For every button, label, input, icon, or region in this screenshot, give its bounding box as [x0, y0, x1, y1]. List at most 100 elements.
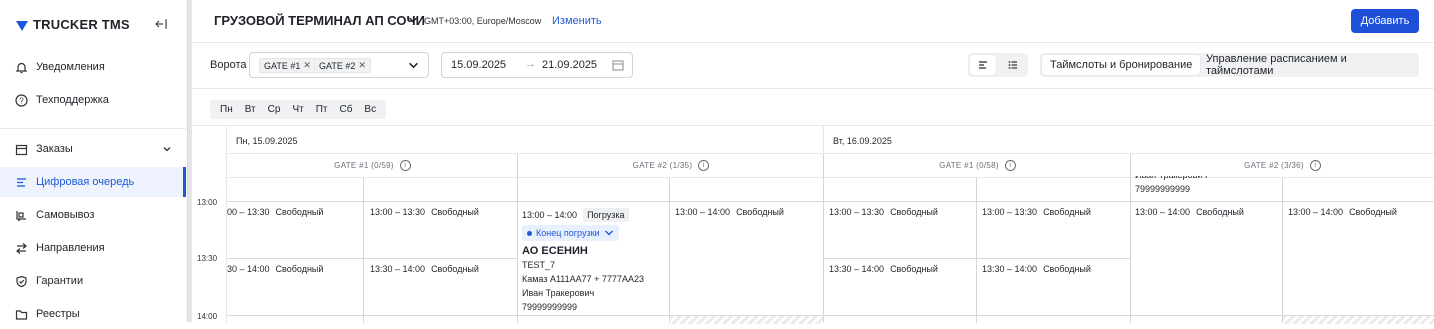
column-divider	[976, 178, 977, 323]
date-header: Пн, 15.09.2025	[227, 126, 824, 154]
timeslot[interactable]: 13:00 – 14:00 Свободный	[1135, 207, 1244, 217]
info-icon[interactable]: i	[1309, 160, 1321, 171]
logo-icon	[16, 20, 28, 31]
slot-time: 13:00 – 14:00	[1135, 207, 1191, 217]
row-divider	[227, 315, 1434, 316]
logo-text: TRUCKER TMS	[33, 17, 130, 32]
booking-overflow-phone: 79999999999	[1135, 184, 1191, 194]
booking-card[interactable]: 13:00 – 14:00 Погрузка Конец погрузки АО …	[522, 208, 644, 314]
date-from[interactable]: 15.09.2025	[451, 59, 506, 71]
column-divider	[1130, 154, 1131, 323]
list-icon	[1008, 61, 1017, 69]
info-icon[interactable]: i	[698, 160, 710, 171]
slot-status: Свободный	[1349, 207, 1397, 217]
sidebar-item-label: Реестры	[36, 308, 80, 320]
close-icon[interactable]: ✕	[358, 60, 366, 71]
schedule-grid: 13:00 13:30 14:00 Пн, 15.09.2025 Вт, 16.…	[192, 125, 1434, 324]
align-view-button[interactable]	[970, 55, 996, 75]
info-icon[interactable]: i	[399, 160, 411, 171]
booking-status-select[interactable]: Конец погрузки	[522, 225, 619, 241]
slot-status: Свободный	[431, 264, 479, 274]
calendar-icon[interactable]	[612, 59, 624, 71]
gate-tag: GATE #1 ✕	[259, 58, 316, 73]
weekday-sun[interactable]: Вс	[358, 100, 382, 119]
chevron-down-icon[interactable]	[162, 144, 172, 154]
row-divider	[227, 201, 1434, 202]
logo[interactable]: TRUCKER TMS	[16, 17, 130, 32]
sidebar-item-guarantees[interactable]: Гарантии	[0, 266, 186, 296]
timeslot[interactable]: 13:30 – 14:00 Свободный	[370, 264, 479, 274]
add-button[interactable]: Добавить	[1351, 9, 1419, 33]
timeslot[interactable]: 13:30 – 14:00 Свободный	[829, 264, 938, 274]
blocked-slot	[1283, 316, 1434, 324]
weekday-wed[interactable]: Ср	[262, 100, 287, 119]
tab-timeslots[interactable]: Таймслоты и бронирование	[1042, 55, 1201, 75]
chevron-down-icon[interactable]	[408, 60, 419, 71]
gate-header-label: GATE #2 (3/36)	[1244, 161, 1304, 170]
timeslot[interactable]: 13:00 – 14:00 Свободный	[675, 207, 784, 217]
close-icon[interactable]: ✕	[303, 60, 311, 71]
list-view-button[interactable]	[1000, 55, 1026, 75]
gate-header: GATE #1 (0/58) i	[824, 154, 1131, 178]
date-header: Вт, 16.09.2025	[824, 126, 1434, 154]
terminal-title[interactable]: ГРУЗОВОЙ ТЕРМИНАЛ АП СОЧИ	[214, 13, 425, 28]
pickup-icon	[14, 208, 28, 222]
arrows-icon	[14, 241, 28, 255]
slot-time: 30 – 14:00	[227, 264, 270, 274]
sidebar-item-label: Цифровая очередь	[36, 176, 135, 188]
time-label: 13:00	[197, 198, 218, 207]
svg-text:?: ?	[19, 96, 24, 105]
calendar-icon	[14, 142, 28, 156]
timeslot[interactable]: 13:00 – 14:00 Свободный	[1288, 207, 1397, 217]
date-range-picker[interactable]: 15.09.2025 → 21.09.2025	[441, 52, 633, 78]
slot-status: Свободный	[890, 264, 938, 274]
timeslot[interactable]: 30 – 14:00 Свободный	[227, 264, 323, 274]
timeslot[interactable]: 13:00 – 13:30 Свободный	[370, 207, 479, 217]
sidebar-item-pickup[interactable]: Самовывоз	[0, 200, 186, 230]
gate-header-label: GATE #1 (0/58)	[939, 161, 999, 170]
blocked-slot	[670, 316, 823, 324]
bell-icon	[14, 60, 28, 74]
column-divider	[823, 154, 824, 323]
slot-status: Свободный	[1043, 264, 1091, 274]
sidebar-item-label: Направления	[36, 242, 105, 254]
gate-header-label: GATE #1 (0/59)	[334, 161, 394, 170]
sidebar-item-registries[interactable]: Реестры	[0, 299, 186, 329]
timeslot[interactable]: 13:00 – 13:30 Свободный	[829, 207, 938, 217]
booking-status: Конец погрузки	[536, 228, 600, 238]
sidebar-item-notifications[interactable]: Уведомления	[0, 52, 186, 82]
slot-time: 13:00 – 13:30	[982, 207, 1038, 217]
gates-label: Ворота	[210, 59, 247, 71]
change-timezone-link[interactable]: Изменить	[552, 15, 602, 27]
sidebar-item-directions[interactable]: Направления	[0, 233, 186, 263]
gates-select[interactable]: GATE #1 ✕ GATE #2 ✕	[249, 52, 429, 78]
date-to[interactable]: 21.09.2025	[542, 59, 597, 71]
timeslot[interactable]: 00 – 13:30 Свободный	[227, 207, 323, 217]
timeslot[interactable]: 13:30 – 14:00 Свободный	[982, 264, 1091, 274]
weekday-thu[interactable]: Чт	[286, 100, 309, 119]
weekday-sat[interactable]: Сб	[333, 100, 358, 119]
timeslot[interactable]: 13:00 – 13:30 Свободный	[982, 207, 1091, 217]
column-divider	[1282, 178, 1283, 323]
weekday-tue[interactable]: Вт	[239, 100, 262, 119]
booking-phone: 79999999999	[522, 302, 578, 312]
header: ГРУЗОВОЙ ТЕРМИНАЛ АП СОЧИ GMT+03:00, Eur…	[192, 0, 1434, 43]
view-toggle	[968, 53, 1028, 77]
slot-time: 13:00 – 14:00	[675, 207, 731, 217]
sidebar-item-digital-queue[interactable]: Цифровая очередь	[0, 167, 186, 197]
sidebar-item-support[interactable]: ? Техподдержка	[0, 85, 186, 115]
weekday-fri[interactable]: Пт	[310, 100, 334, 119]
sidebar-item-label: Уведомления	[36, 61, 105, 73]
weekday-mon[interactable]: Пн	[214, 100, 239, 119]
collapse-sidebar-icon[interactable]	[154, 17, 168, 31]
tab-schedule-management[interactable]: Управление расписанием и таймслотами	[1198, 53, 1419, 77]
slot-status: Свободный	[275, 207, 324, 217]
sidebar-item-orders[interactable]: Заказы	[0, 134, 186, 164]
status-dot-icon	[527, 230, 532, 236]
booking-ref: TEST_7	[522, 260, 556, 270]
chevron-down-icon[interactable]	[408, 15, 418, 25]
slot-time: 13:00 – 14:00	[1288, 207, 1344, 217]
column-divider	[363, 178, 364, 323]
mode-tabs: Таймслоты и бронирование Управление расп…	[1040, 53, 1419, 77]
info-icon[interactable]: i	[1004, 160, 1016, 171]
